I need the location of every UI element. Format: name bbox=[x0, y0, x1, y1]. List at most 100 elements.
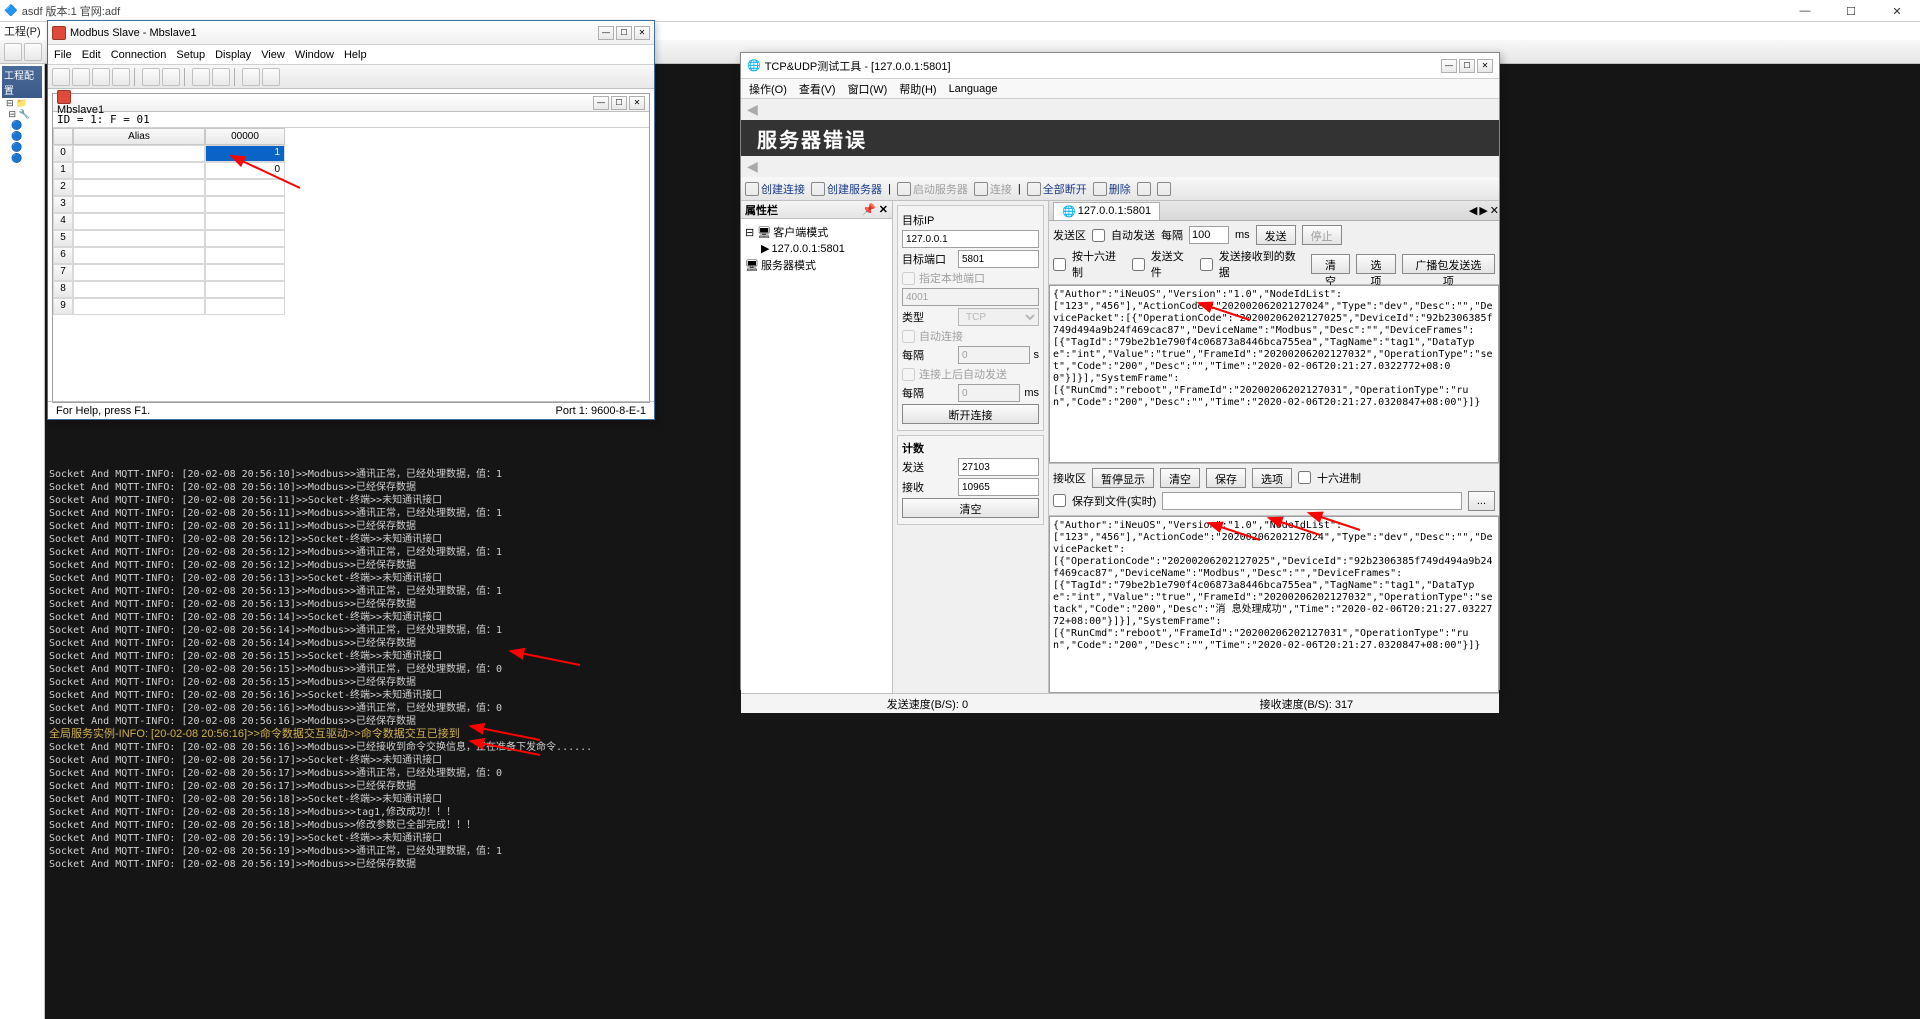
alias-cell[interactable] bbox=[73, 247, 205, 264]
column-header[interactable]: Alias bbox=[73, 128, 205, 145]
back-arrow-icon[interactable]: ◀ bbox=[741, 99, 1499, 120]
minimize-button[interactable]: — bbox=[593, 96, 609, 110]
about-icon[interactable] bbox=[262, 68, 280, 86]
target-ip-input[interactable] bbox=[902, 230, 1039, 248]
menu-item[interactable]: 操作(O) bbox=[749, 81, 787, 97]
delete-button[interactable]: 删除 bbox=[1093, 181, 1131, 197]
disconnect-button[interactable]: 断开连接 bbox=[902, 404, 1039, 424]
minimize-button[interactable]: — bbox=[1441, 59, 1457, 73]
row-index[interactable]: 1 bbox=[53, 162, 73, 179]
open-icon[interactable] bbox=[72, 68, 90, 86]
value-cell[interactable] bbox=[205, 298, 285, 315]
alias-cell[interactable] bbox=[73, 298, 205, 315]
pause-display-button[interactable]: 暂停显示 bbox=[1092, 468, 1154, 488]
row-index[interactable]: 9 bbox=[53, 298, 73, 315]
tree-node[interactable]: ⊟ 🔧 bbox=[2, 109, 42, 120]
menu-connection[interactable]: Connection bbox=[111, 49, 167, 61]
menu-display[interactable]: Display bbox=[215, 49, 251, 61]
value-cell[interactable] bbox=[205, 230, 285, 247]
row-index[interactable]: 0 bbox=[53, 145, 73, 162]
create-server-button[interactable]: 创建服务器 bbox=[811, 181, 882, 197]
menu-edit[interactable]: Edit bbox=[82, 49, 101, 61]
alias-cell[interactable] bbox=[73, 162, 205, 179]
new-icon[interactable] bbox=[52, 68, 70, 86]
menu-view[interactable]: View bbox=[261, 49, 285, 61]
menu-help[interactable]: Help bbox=[344, 49, 367, 61]
alias-cell[interactable] bbox=[73, 145, 205, 162]
menu-setup[interactable]: Setup bbox=[176, 49, 205, 61]
alias-cell[interactable] bbox=[73, 196, 205, 213]
help-icon[interactable] bbox=[242, 68, 260, 86]
echo-checkbox[interactable] bbox=[1200, 258, 1213, 271]
recv-options-button[interactable]: 选项 bbox=[1252, 468, 1292, 488]
minimize-button[interactable]: — bbox=[598, 26, 614, 40]
column-header[interactable] bbox=[53, 128, 73, 145]
hex-button[interactable] bbox=[1137, 182, 1151, 196]
maximize-button[interactable]: ☐ bbox=[1459, 59, 1475, 73]
alias-cell[interactable] bbox=[73, 179, 205, 196]
tree-node[interactable]: ⊟ 📁 bbox=[2, 98, 42, 109]
save-icon[interactable] bbox=[92, 68, 110, 86]
maximize-button[interactable]: ☐ bbox=[611, 96, 627, 110]
row-index[interactable]: 7 bbox=[53, 264, 73, 281]
value-cell[interactable] bbox=[205, 196, 285, 213]
close-button[interactable]: ✕ bbox=[629, 96, 645, 110]
hex-send-checkbox[interactable] bbox=[1053, 258, 1066, 271]
mbs-titlebar[interactable]: Modbus Slave - Mbslave1 — ☐ ✕ bbox=[48, 21, 654, 45]
send-textarea[interactable]: {"Author":"iNeuOS","Version":"1.0","Node… bbox=[1049, 285, 1499, 463]
alias-cell[interactable] bbox=[73, 213, 205, 230]
alias-cell[interactable] bbox=[73, 264, 205, 281]
clear-recv-button[interactable]: 清空 bbox=[1160, 468, 1200, 488]
tab-next-icon[interactable]: ▶ bbox=[1479, 204, 1487, 217]
cut-icon[interactable] bbox=[142, 68, 160, 86]
row-index[interactable]: 6 bbox=[53, 247, 73, 264]
hex-recv-checkbox[interactable] bbox=[1298, 471, 1311, 484]
tab-close-icon[interactable]: ✕ bbox=[1490, 204, 1499, 217]
send-count-input[interactable] bbox=[958, 458, 1039, 476]
close-button[interactable]: ✕ bbox=[1477, 59, 1493, 73]
menu-item[interactable]: 查看(V) bbox=[799, 81, 836, 97]
target-port-input[interactable] bbox=[958, 250, 1039, 268]
column-header[interactable]: 00000 bbox=[205, 128, 285, 145]
forward-arrow-icon[interactable]: ◀ bbox=[741, 156, 1499, 177]
value-cell[interactable] bbox=[205, 247, 285, 264]
close-button[interactable]: ✕ bbox=[634, 26, 650, 40]
value-cell[interactable]: 1 bbox=[205, 145, 285, 162]
send-interval-input[interactable] bbox=[1189, 226, 1229, 244]
connection-tab[interactable]: 🌐 127.0.0.1:5801 bbox=[1053, 202, 1160, 220]
alias-cell[interactable] bbox=[73, 281, 205, 298]
toolbar-button[interactable] bbox=[4, 43, 22, 61]
value-cell[interactable] bbox=[205, 264, 285, 281]
tcp-titlebar[interactable]: 🌐 TCP&UDP测试工具 - [127.0.0.1:5801] — ☐ ✕ bbox=[741, 53, 1499, 79]
maximize-button[interactable]: ☐ bbox=[1828, 0, 1874, 22]
tree-endpoint[interactable]: ▶ 127.0.0.1:5801 bbox=[745, 241, 888, 256]
menu-item[interactable]: 帮助(H) bbox=[899, 81, 936, 97]
tree-client-mode[interactable]: ⊟ 🖥 客户端模式 bbox=[745, 223, 888, 241]
value-cell[interactable] bbox=[205, 179, 285, 196]
value-cell[interactable]: 0 bbox=[205, 162, 285, 179]
close-button[interactable]: ✕ bbox=[1874, 0, 1920, 22]
save-to-file-checkbox[interactable] bbox=[1053, 494, 1066, 507]
print-icon[interactable] bbox=[112, 68, 130, 86]
tree-node[interactable]: 🔵 bbox=[2, 120, 42, 131]
stop-icon[interactable] bbox=[212, 68, 230, 86]
row-index[interactable]: 8 bbox=[53, 281, 73, 298]
recv-count-input[interactable] bbox=[958, 478, 1039, 496]
send-button[interactable]: 发送 bbox=[1256, 225, 1296, 245]
tab-prev-icon[interactable]: ◀ bbox=[1469, 204, 1477, 217]
copy-icon[interactable] bbox=[162, 68, 180, 86]
menu-file[interactable]: File bbox=[54, 49, 72, 61]
save-file-path-input[interactable] bbox=[1162, 492, 1462, 510]
tree-node[interactable]: 🔵 bbox=[2, 142, 42, 153]
close-icon[interactable]: ✕ bbox=[879, 204, 888, 216]
menu-project[interactable]: 工程(P) bbox=[4, 23, 41, 39]
auto-send-checkbox[interactable] bbox=[1092, 229, 1105, 242]
value-cell[interactable] bbox=[205, 281, 285, 298]
tree-node[interactable]: 🔵 bbox=[2, 131, 42, 142]
maximize-button[interactable]: ☐ bbox=[616, 26, 632, 40]
save-recv-button[interactable]: 保存 bbox=[1206, 468, 1246, 488]
tree-node[interactable]: 🔵 bbox=[2, 153, 42, 164]
menu-window[interactable]: Window bbox=[295, 49, 334, 61]
disconnect-all-button[interactable]: 全部断开 bbox=[1027, 181, 1087, 197]
clear-count-button[interactable]: 清空 bbox=[902, 498, 1039, 518]
